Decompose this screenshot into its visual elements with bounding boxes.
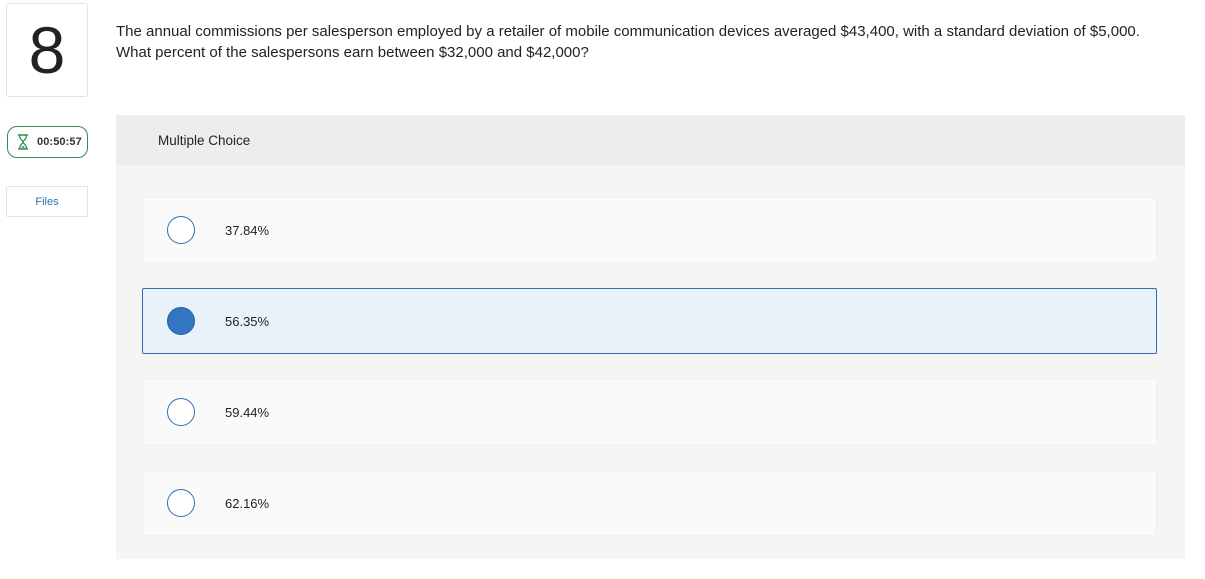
- timer-badge[interactable]: 00:50:57: [7, 126, 88, 158]
- radio-button[interactable]: [167, 398, 195, 426]
- multiple-choice-header: Multiple Choice: [116, 115, 1185, 165]
- answer-option-label: 56.35%: [225, 314, 270, 329]
- radio-button[interactable]: [167, 216, 195, 244]
- answer-option[interactable]: 37.84%: [142, 197, 1157, 263]
- files-button[interactable]: Files: [6, 186, 88, 217]
- hourglass-icon: [17, 134, 29, 150]
- answer-option-label: 62.16%: [225, 496, 270, 511]
- answer-option-selected[interactable]: 56.35%: [142, 288, 1157, 354]
- answer-option[interactable]: 59.44%: [142, 379, 1157, 445]
- answer-option[interactable]: 62.16%: [142, 470, 1157, 536]
- question-number: 8: [28, 13, 66, 87]
- timer-text: 00:50:57: [37, 136, 82, 148]
- multiple-choice-title: Multiple Choice: [158, 133, 251, 148]
- radio-button-selected[interactable]: [167, 307, 195, 335]
- radio-button[interactable]: [167, 489, 195, 517]
- answer-option-label: 37.84%: [225, 223, 270, 238]
- quiz-page: 8 00:50:57 Files The annual commissions …: [0, 0, 1205, 579]
- multiple-choice-panel: Multiple Choice 37.84% 56.35% 59.44% 62.…: [116, 115, 1185, 559]
- answer-option-label: 59.44%: [225, 405, 270, 420]
- question-text: The annual commissions per salesperson e…: [116, 23, 1140, 61]
- question-number-box: 8: [6, 3, 88, 97]
